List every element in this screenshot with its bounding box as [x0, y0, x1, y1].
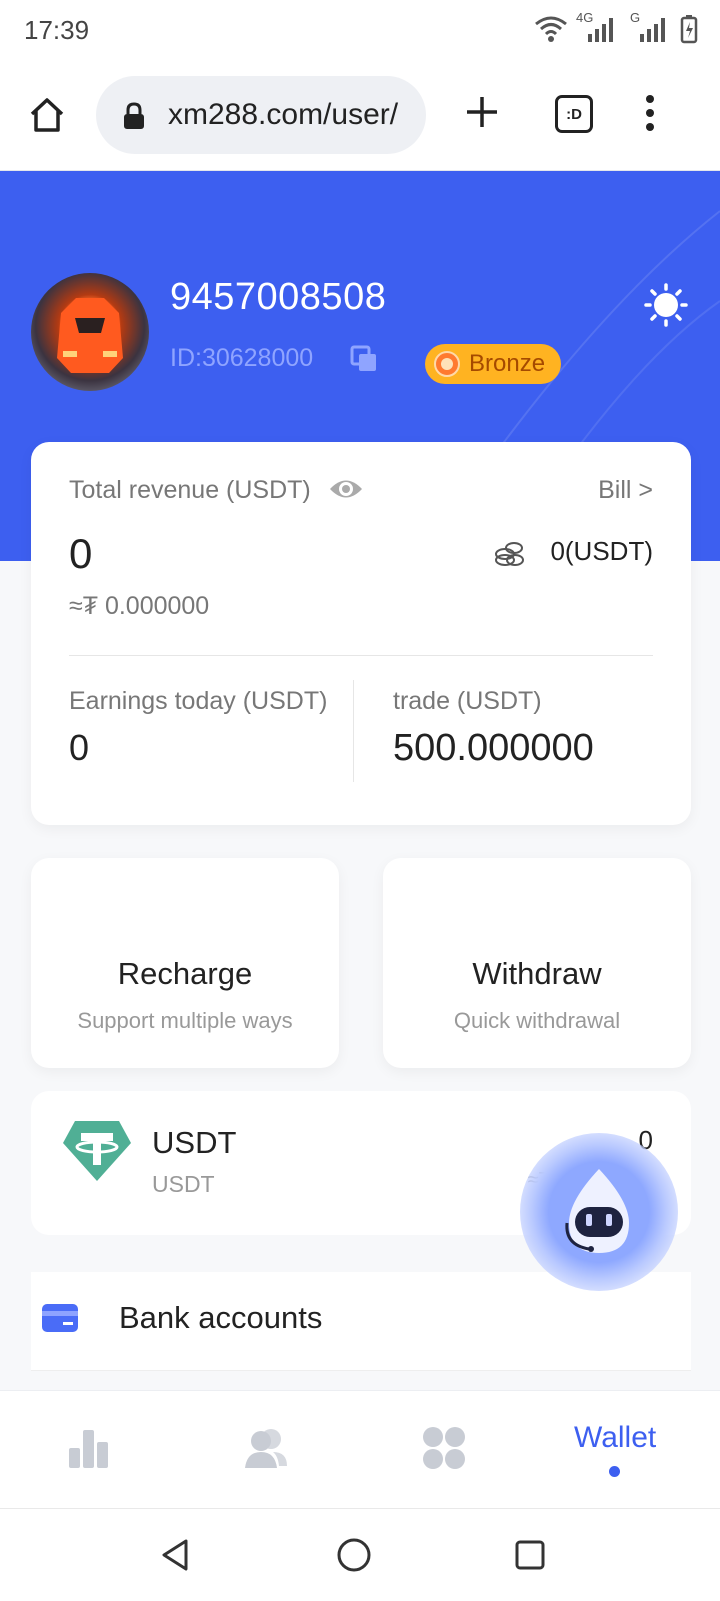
earnings-today-label: Earnings today (USDT): [69, 687, 328, 715]
tether-icon: [63, 1121, 131, 1181]
copy-icon[interactable]: [350, 345, 378, 373]
total-revenue-value: 0: [69, 530, 93, 577]
tab-switcher-button[interactable]: :D: [555, 95, 593, 133]
earnings-today-value: 0: [69, 727, 90, 768]
tab-switcher-label: :D: [566, 105, 582, 123]
vertical-divider: [353, 680, 354, 782]
back-icon[interactable]: [160, 1538, 192, 1572]
level-badge: Bronze: [425, 344, 561, 384]
total-revenue-label: Total revenue (USDT): [69, 476, 311, 504]
nav-team-icon[interactable]: [243, 1426, 289, 1470]
asset-sub: USDT: [152, 1171, 215, 1197]
new-tab-icon[interactable]: [464, 94, 500, 130]
trade-value: 500.000000: [393, 727, 594, 769]
nav-chart-icon[interactable]: [67, 1426, 111, 1470]
home-icon[interactable]: [28, 96, 66, 134]
battery-icon: [680, 15, 698, 44]
nav-wallet-tab[interactable]: Wallet: [574, 1421, 656, 1455]
status-icons: 4G G: [534, 10, 698, 44]
withdraw-card[interactable]: Withdraw Quick withdrawal: [383, 858, 691, 1068]
coins-icon: [495, 542, 524, 566]
withdraw-title: Withdraw: [472, 956, 602, 991]
recharge-title: Recharge: [117, 956, 253, 991]
more-menu-icon[interactable]: [640, 94, 660, 134]
signal-g-icon: G: [628, 10, 672, 44]
status-time: 17:39: [24, 15, 90, 45]
bill-link[interactable]: Bill >: [598, 476, 653, 505]
revenue-card: Total revenue (USDT) Bill > 0 0(USDT) ≈₮…: [31, 442, 691, 825]
customer-support-bot-button[interactable]: [520, 1133, 678, 1291]
withdraw-subtitle: Quick withdrawal: [453, 1008, 621, 1033]
badge-label: Bronze: [469, 350, 546, 377]
status-bar: 17:39 4G G: [0, 0, 720, 62]
signal-4g-icon: 4G: [576, 10, 620, 44]
url-bar[interactable]: xm288.com/user/: [96, 76, 426, 154]
sun-theme-icon[interactable]: [644, 283, 688, 327]
asset-name: USDT: [152, 1125, 237, 1160]
browser-toolbar: xm288.com/user/ :D: [0, 62, 720, 171]
nav-apps-icon[interactable]: [422, 1426, 466, 1470]
system-nav-bar: [0, 1508, 720, 1601]
divider: [69, 655, 653, 656]
bank-accounts-label: Bank accounts: [119, 1300, 323, 1335]
home-circle-icon[interactable]: [336, 1537, 372, 1573]
url-text: xm288.com/user/: [168, 98, 399, 131]
total-approx-value: ≈₮ 0.000000: [69, 592, 210, 620]
lock-icon: [124, 102, 144, 129]
active-tab-dot: [609, 1466, 620, 1477]
user-id: ID:30628000: [170, 344, 314, 372]
recents-icon[interactable]: [514, 1539, 546, 1571]
recharge-subtitle: Support multiple ways: [77, 1008, 293, 1033]
bank-card-icon: [42, 1304, 78, 1332]
robot-icon: [565, 1169, 629, 1253]
bronze-medal-icon: [434, 351, 460, 377]
wifi-icon: [535, 16, 567, 42]
avatar[interactable]: [31, 273, 149, 391]
coins-value: 0(USDT): [550, 536, 653, 566]
bottom-nav: Wallet: [0, 1390, 720, 1509]
eye-icon[interactable]: [328, 476, 364, 502]
username: 9457008508: [170, 276, 387, 318]
recharge-card[interactable]: Recharge Support multiple ways: [31, 858, 339, 1068]
trade-label: trade (USDT): [393, 687, 542, 715]
